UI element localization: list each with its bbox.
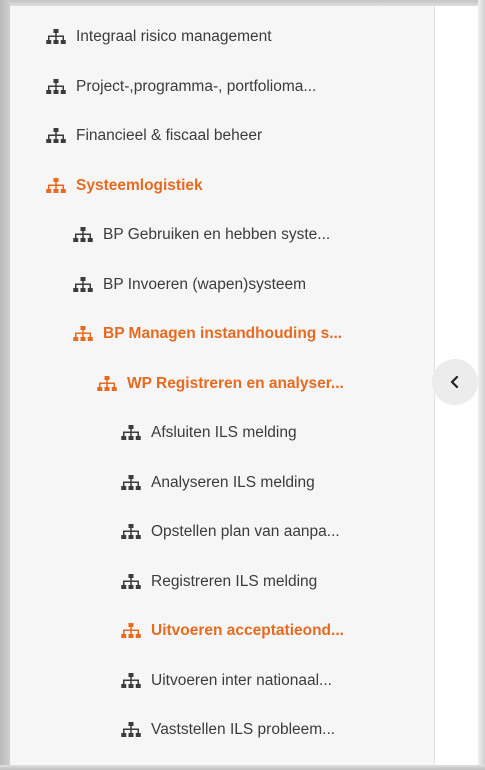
tree-item[interactable]: Vaststellen ILS probleem... <box>121 715 335 745</box>
hierarchy-icon <box>46 128 66 143</box>
tree-item-label: Integraal risico management <box>76 28 272 45</box>
tree-item[interactable]: Uitvoeren inter nationaal... <box>121 666 332 696</box>
collapse-panel-button[interactable] <box>432 359 478 405</box>
tree-item-label: Opstellen plan van aanpa... <box>151 523 340 540</box>
tree-item[interactable]: Systeemlogistiek <box>46 171 203 201</box>
hierarchy-icon <box>121 475 141 490</box>
tree-item-label: BP Managen instandhouding s... <box>103 325 343 342</box>
window: Integraal risico management Project-,pro… <box>0 0 485 770</box>
tree-item-label: Vaststellen ILS probleem... <box>151 721 336 738</box>
tree-item[interactable]: BP Managen instandhouding s... <box>73 319 342 349</box>
hierarchy-icon <box>73 277 93 292</box>
hierarchy-icon <box>121 673 141 688</box>
tree-item-label: Financieel & fiscaal beheer <box>76 127 263 144</box>
tree-item-label: WP Registreren en analyser... <box>127 375 344 392</box>
tree-item[interactable]: WP Registreren en analyser... <box>97 369 344 399</box>
tree-item[interactable]: Financieel & fiscaal beheer <box>46 121 262 151</box>
tree-item-label: BP Gebruiken en hebben syste... <box>103 226 331 243</box>
tree-item[interactable]: Uitvoeren acceptatieond... <box>121 616 344 646</box>
hierarchy-icon <box>121 574 141 589</box>
tree-item[interactable]: Opstellen plan van aanpa... <box>121 517 340 547</box>
tree-item[interactable]: Analyseren ILS melding <box>121 468 315 498</box>
hierarchy-icon <box>73 326 93 341</box>
hierarchy-icon <box>73 227 93 242</box>
tree-item[interactable]: Project-,programma-, portfolioma... <box>46 72 316 102</box>
hierarchy-icon <box>46 79 66 94</box>
tree-item-label: Uitvoeren acceptatieond... <box>151 622 344 639</box>
tree-item-label: Analyseren ILS melding <box>151 474 315 491</box>
tree-item[interactable]: Registreren ILS melding <box>121 567 317 597</box>
hierarchy-icon <box>46 178 66 193</box>
tree-item[interactable]: Afsluiten ILS melding <box>121 418 297 448</box>
window-right-shadow <box>478 0 485 770</box>
hierarchy-icon <box>121 524 141 539</box>
tree-item-label: Afsluiten ILS melding <box>151 424 297 441</box>
hierarchy-icon <box>46 29 66 44</box>
tree-item-label: Uitvoeren inter nationaal... <box>151 672 332 689</box>
window-bottom-edge <box>0 765 485 770</box>
chevron-left-icon <box>450 375 459 389</box>
tree-item-label: Systeemlogistiek <box>76 177 203 194</box>
tree-item[interactable]: Integraal risico management <box>46 22 272 52</box>
tree-item-label: Registreren ILS melding <box>151 573 318 590</box>
hierarchy-icon <box>121 722 141 737</box>
tree-item[interactable]: BP Invoeren (wapen)systeem <box>73 270 306 300</box>
hierarchy-icon <box>121 623 141 638</box>
window-left-border <box>0 0 10 770</box>
tree-item-label: BP Invoeren (wapen)systeem <box>103 276 307 293</box>
tree-item-label: Project-,programma-, portfolioma... <box>76 78 317 95</box>
tree-item[interactable]: BP Gebruiken en hebben syste... <box>73 220 330 250</box>
hierarchy-icon <box>97 376 117 391</box>
hierarchy-icon <box>121 425 141 440</box>
